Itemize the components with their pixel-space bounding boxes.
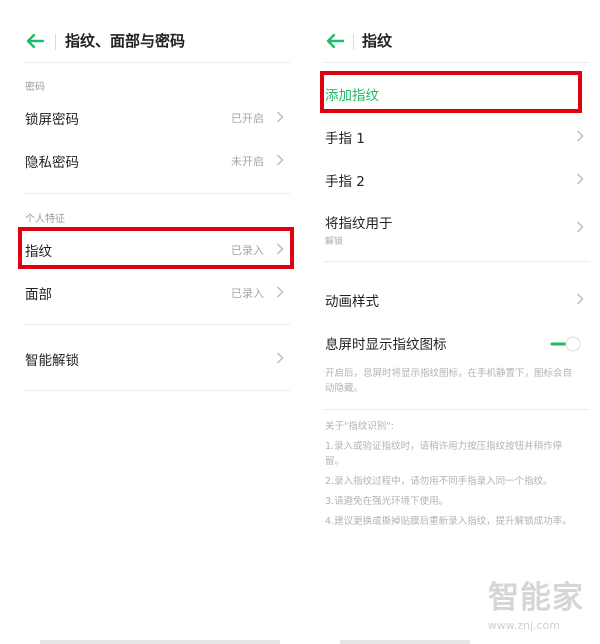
section-divider — [24, 324, 290, 325]
section-divider — [324, 261, 590, 262]
chevron-right-icon — [576, 221, 584, 233]
tip-line: 2.录入指纹过程中，请勿用不同手指录入同一个指纹。 — [325, 476, 553, 487]
lock-screen-password-row[interactable]: 锁屏密码 已开启 — [0, 97, 300, 137]
section-divider — [24, 390, 290, 391]
settings-panel-right: 指纹 添加指纹 手指 1 手指 2 将指纹用于 解锁 动画样式 息屏时显示指纹图… — [300, 0, 600, 644]
watermark-url: www.znj.com — [487, 619, 560, 632]
smart-unlock-row[interactable]: 智能解锁 — [0, 338, 300, 378]
header-separator — [55, 34, 56, 50]
back-arrow-icon[interactable] — [24, 30, 46, 52]
screen-off-description: 开启后，息屏时将显示指纹图标，在手机静置下，图标会自 动隐藏。 — [325, 366, 582, 396]
tip-line: 留。 — [325, 456, 345, 467]
header-divider — [324, 62, 590, 63]
header-divider — [24, 62, 290, 63]
page-header: 指纹、面部与密码 — [0, 22, 300, 62]
highlight-box-add-fingerprint — [320, 71, 582, 113]
chevron-right-icon — [576, 130, 584, 142]
header-separator — [353, 34, 354, 50]
page-title: 指纹、面部与密码 — [65, 32, 186, 50]
chevron-right-icon — [576, 173, 584, 185]
row-label: 息屏时显示指纹图标 — [325, 337, 447, 353]
status-value: 已开启 — [231, 112, 264, 125]
chevron-right-icon — [276, 352, 284, 364]
face-row[interactable]: 面部 已录入 — [0, 272, 300, 312]
back-arrow-icon[interactable] — [324, 30, 346, 52]
row-label: 面部 — [25, 287, 52, 303]
section-label-personal: 个人特征 — [25, 214, 65, 225]
row-label: 将指纹用于 — [325, 216, 393, 232]
watermark-brand: 智能家 — [488, 580, 584, 616]
row-label: 锁屏密码 — [25, 112, 79, 128]
bottom-bar — [340, 640, 470, 644]
description-line: 动隐藏。 — [325, 383, 364, 394]
chevron-right-icon — [276, 154, 284, 166]
highlight-box-fingerprint — [18, 227, 294, 269]
screen-off-icon-row: 息屏时显示指纹图标 — [300, 322, 600, 362]
animation-style-row[interactable]: 动画样式 — [300, 279, 600, 319]
tip-line: 4.建议更换或撕掉贴膜后重新录入指纹，提升解锁成功率。 — [325, 516, 572, 527]
row-label: 手指 2 — [325, 174, 365, 190]
row-label: 手指 1 — [325, 131, 365, 147]
chevron-right-icon — [276, 286, 284, 298]
section-divider — [324, 409, 590, 410]
page-header: 指纹 — [300, 22, 600, 62]
section-divider — [24, 193, 290, 194]
finger-2-row[interactable]: 手指 2 — [300, 159, 600, 199]
chevron-right-icon — [576, 293, 584, 305]
page-title: 指纹 — [362, 32, 393, 50]
row-label: 隐私密码 — [25, 155, 79, 171]
tip-line: 1.录入或验证指纹时，请稍许用力按压指纹按钮并稍作停 — [325, 441, 563, 452]
bottom-bar — [40, 640, 280, 644]
tip-line: 3.请避免在强光环境下使用。 — [325, 496, 449, 507]
screen-off-icon-toggle[interactable] — [550, 336, 582, 352]
row-label: 智能解锁 — [25, 353, 79, 369]
status-value: 未开启 — [231, 155, 264, 168]
description-line: 开启后，息屏时将显示指纹图标，在手机静置下，图标会自 — [325, 368, 573, 379]
section-label-password: 密码 — [25, 82, 45, 93]
chevron-right-icon — [276, 111, 284, 123]
finger-1-row[interactable]: 手指 1 — [300, 116, 600, 156]
privacy-password-row[interactable]: 隐私密码 未开启 — [0, 140, 300, 180]
row-sublabel: 解锁 — [325, 237, 344, 247]
status-value: 已录入 — [231, 287, 264, 300]
tips-title: 关于"指纹识别": — [325, 421, 394, 432]
row-label: 动画样式 — [325, 294, 379, 310]
use-fingerprint-for-row[interactable]: 将指纹用于 解锁 — [300, 201, 600, 251]
settings-panel-left: 指纹、面部与密码 密码 锁屏密码 已开启 隐私密码 未开启 个人特征 指纹 已录… — [0, 0, 300, 644]
fingerprint-tips: 关于"指纹识别": 1.录入或验证指纹时，请稍许用力按压指纹按钮并稍作停 留。 … — [325, 419, 582, 529]
